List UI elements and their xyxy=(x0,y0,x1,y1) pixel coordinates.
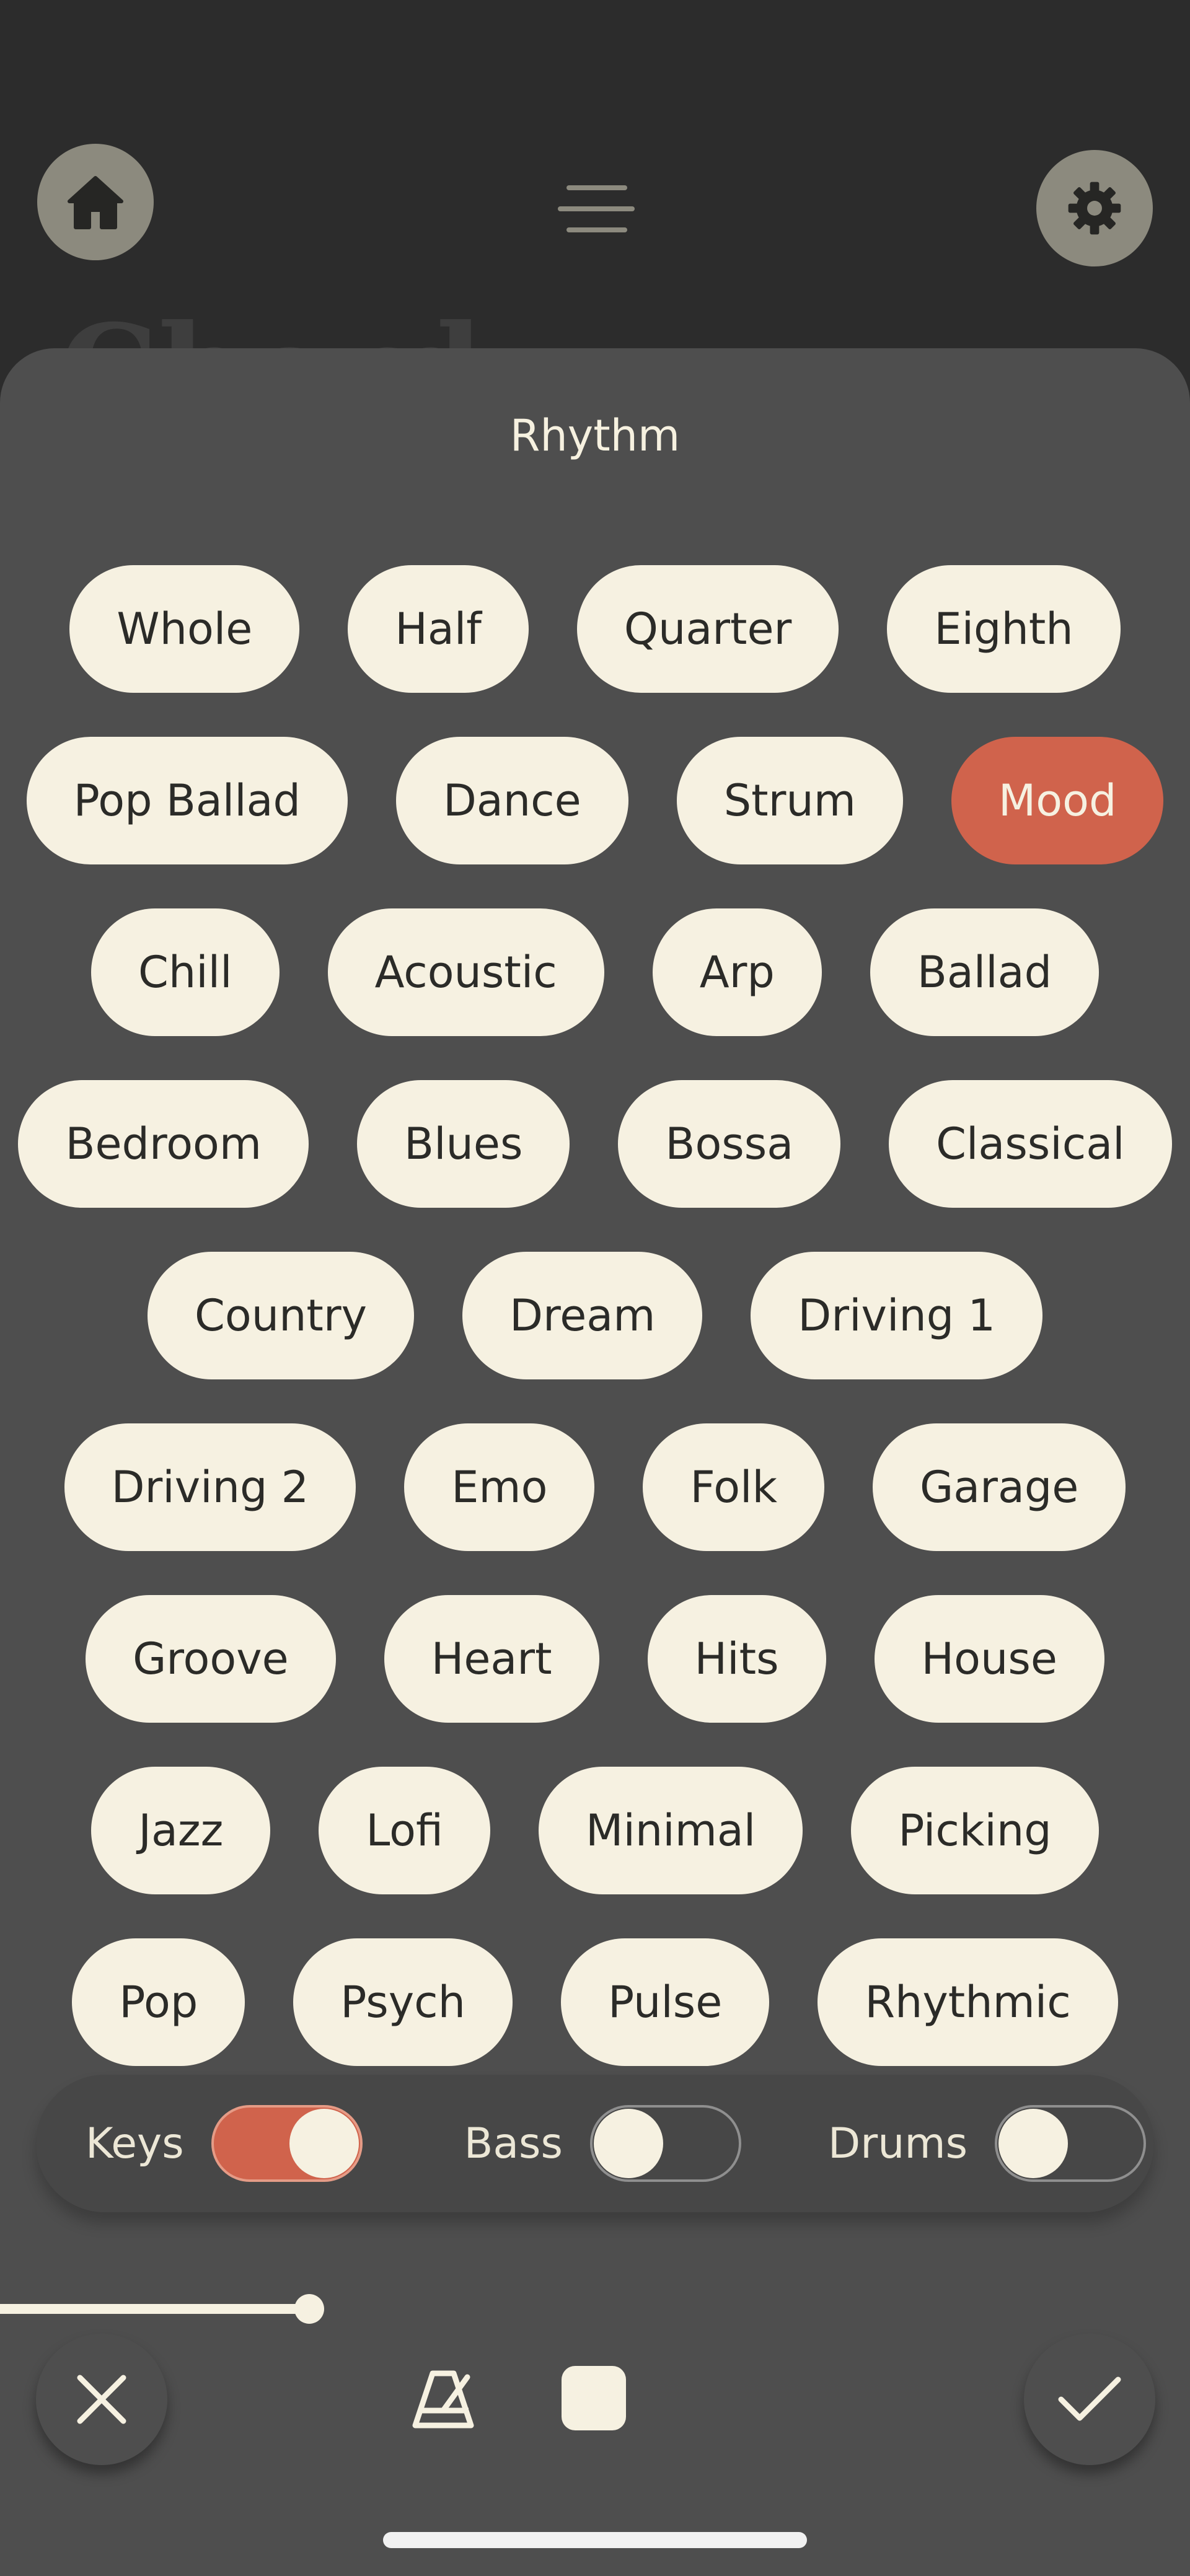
metronome-icon[interactable] xyxy=(409,2365,477,2433)
drums-toggle-group: Drums xyxy=(828,2105,1146,2182)
rhythm-chip-pop[interactable]: Pop xyxy=(72,1938,245,2066)
rhythm-chip-pulse[interactable]: Pulse xyxy=(561,1938,770,2066)
keys-toggle-knob xyxy=(289,2109,359,2178)
chip-row: Pop Psych Pulse Rhythmic xyxy=(0,1938,1190,2066)
chip-row: Bedroom Blues Bossa Classical xyxy=(0,1080,1190,1208)
checkmark-icon xyxy=(1058,2376,1121,2421)
rhythm-chip-half[interactable]: Half xyxy=(348,565,529,693)
drums-toggle-label: Drums xyxy=(827,2119,967,2168)
stop-button[interactable] xyxy=(562,2366,626,2430)
rhythm-chip-garage[interactable]: Garage xyxy=(873,1423,1126,1551)
chip-row: Jazz Lofi Minimal Picking xyxy=(0,1767,1190,1894)
rhythm-chip-quarter[interactable]: Quarter xyxy=(576,565,839,693)
rhythm-chip-mood[interactable]: Mood xyxy=(951,737,1164,864)
screen: Chord Rhythm WholeHalfQuarterEighthPop B… xyxy=(0,0,1190,2576)
rhythm-chip-whole[interactable]: Whole xyxy=(69,565,300,693)
hamburger-menu-icon[interactable] xyxy=(558,184,635,234)
rhythm-chip-groove[interactable]: Groove xyxy=(86,1595,336,1723)
rhythm-chip-pop-ballad[interactable]: Pop Ballad xyxy=(26,737,348,864)
keys-toggle-group: Keys xyxy=(86,2105,363,2182)
close-icon xyxy=(77,2375,126,2424)
rhythm-chip-psych[interactable]: Psych xyxy=(293,1938,513,2066)
confirm-button[interactable] xyxy=(1024,2334,1155,2465)
rhythm-chip-hits[interactable]: Hits xyxy=(647,1595,826,1723)
instrument-toggle-bar: Keys Bass Drums xyxy=(36,2075,1154,2212)
rhythm-chip-eighth[interactable]: Eighth xyxy=(887,565,1121,693)
rhythm-chip-acoustic[interactable]: Acoustic xyxy=(327,908,604,1036)
rhythm-chip-country[interactable]: Country xyxy=(148,1252,415,1379)
chip-row: Whole Half Quarter Eighth xyxy=(0,565,1190,693)
rhythm-chip-grid: Whole Half Quarter Eighth Pop Ballad Dance Str… xyxy=(0,565,1190,2110)
rhythm-chip-chill[interactable]: Chill xyxy=(90,908,280,1036)
home-button[interactable] xyxy=(37,144,154,260)
drums-toggle-knob xyxy=(998,2109,1068,2178)
keys-toggle-label: Keys xyxy=(86,2119,184,2168)
rhythm-chip-folk[interactable]: Folk xyxy=(643,1423,825,1551)
rhythm-chip-minimal[interactable]: Minimal xyxy=(539,1767,803,1894)
gear-icon xyxy=(1068,182,1121,235)
rhythm-chip-strum[interactable]: Strum xyxy=(676,737,903,864)
rhythm-sheet: Rhythm Whole Half Quarter Eighth Pop Ballad D… xyxy=(0,348,1190,2576)
chip-row: Country Dream Driving 1 xyxy=(0,1252,1190,1379)
bass-toggle-label: Bass xyxy=(464,2119,563,2168)
rhythm-chip-driving-1[interactable]: Driving 1 xyxy=(751,1252,1042,1379)
rhythm-chip-bedroom[interactable]: Bedroom xyxy=(18,1080,309,1208)
rhythm-chip-classical[interactable]: Classical xyxy=(889,1080,1172,1208)
home-indicator xyxy=(383,2532,807,2548)
bass-toggle[interactable] xyxy=(589,2105,741,2182)
rhythm-chip-ballad[interactable]: Ballad xyxy=(870,908,1100,1036)
slider-track xyxy=(0,2304,309,2314)
rhythm-chip-rhythmic[interactable]: Rhythmic xyxy=(818,1938,1118,2066)
keys-toggle[interactable] xyxy=(211,2105,363,2182)
rhythm-chip-jazz[interactable]: Jazz xyxy=(91,1767,271,1894)
rhythm-chip-lofi[interactable]: Lofi xyxy=(319,1767,491,1894)
rhythm-chip-emo[interactable]: Emo xyxy=(404,1423,595,1551)
settings-button[interactable] xyxy=(1036,150,1153,266)
sheet-title: Rhythm xyxy=(509,410,681,461)
rhythm-chip-blues[interactable]: Blues xyxy=(357,1080,570,1208)
chip-row: Groove Heart Hits House xyxy=(0,1595,1190,1723)
home-icon xyxy=(68,176,123,229)
chip-row: Pop Ballad Dance Strum Mood xyxy=(0,737,1190,864)
chip-row: Driving 2 Emo Folk Garage xyxy=(0,1423,1190,1551)
drums-toggle[interactable] xyxy=(995,2105,1146,2182)
rhythm-chip-arp[interactable]: Arp xyxy=(652,908,822,1036)
rhythm-chip-driving-2[interactable]: Driving 2 xyxy=(64,1423,356,1551)
close-button[interactable] xyxy=(36,2334,167,2465)
rhythm-chip-bossa[interactable]: Bossa xyxy=(618,1080,841,1208)
bass-toggle-group: Bass xyxy=(464,2105,741,2182)
rhythm-chip-heart[interactable]: Heart xyxy=(384,1595,599,1723)
rhythm-chip-dream[interactable]: Dream xyxy=(462,1252,703,1379)
slider-thumb[interactable] xyxy=(294,2294,324,2324)
rhythm-chip-dance[interactable]: Dance xyxy=(395,737,628,864)
rhythm-chip-house[interactable]: House xyxy=(874,1595,1104,1723)
chip-row: Chill Acoustic Arp Ballad xyxy=(0,908,1190,1036)
playback-slider[interactable] xyxy=(0,2294,327,2324)
rhythm-chip-picking[interactable]: Picking xyxy=(851,1767,1099,1894)
bass-toggle-knob xyxy=(593,2109,663,2178)
